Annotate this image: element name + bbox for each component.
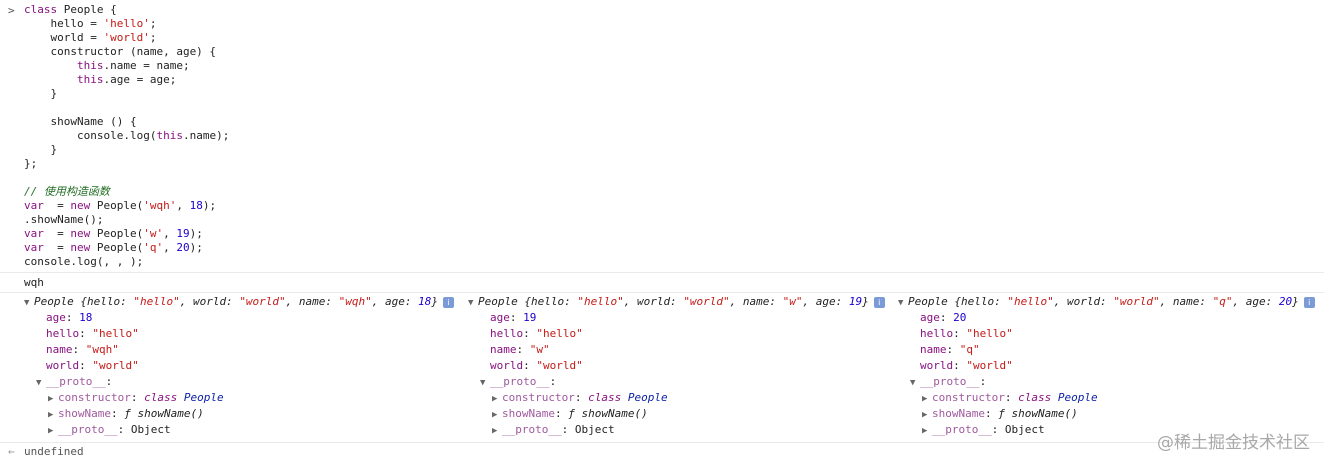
collapse-triangle-icon[interactable]: ▶ (492, 407, 502, 423)
proto-node[interactable]: ▼ __proto__: (36, 374, 112, 390)
code-line: // 使用构造函数 (24, 185, 110, 198)
expand-triangle-icon[interactable]: ▼ (480, 375, 490, 391)
info-icon[interactable]: i (443, 296, 455, 308)
separator (0, 442, 1324, 443)
object-summary[interactable]: ▼ People {hello: "hello", world: "world",… (898, 294, 1315, 310)
object-property: name: "w" (490, 343, 550, 356)
object-tree: ▼ People {hello: "hello", world: "world",… (24, 294, 455, 439)
result-arrow-icon: ← (8, 445, 15, 458)
object-property: world: "world" (920, 359, 1013, 372)
console-input-block: > class People { hello = 'hello'; world … (0, 0, 1324, 272)
code-line: world = 'world'; (24, 31, 157, 44)
collapse-triangle-icon[interactable]: ▶ (48, 423, 58, 439)
proto-property[interactable]: ▶ __proto__: Object (48, 422, 171, 438)
proto-property[interactable]: ▶ __proto__: Object (922, 422, 1045, 438)
proto-property[interactable]: ▶ constructor: class People (48, 390, 224, 406)
object-property: name: "q" (920, 343, 980, 356)
collapse-triangle-icon[interactable]: ▶ (922, 423, 932, 439)
expand-triangle-icon[interactable]: ▼ (24, 295, 34, 311)
expand-triangle-icon[interactable]: ▼ (898, 295, 908, 311)
proto-node[interactable]: ▼ __proto__: (910, 374, 986, 390)
code-line: } (24, 87, 58, 100)
expand-triangle-icon[interactable]: ▼ (36, 375, 46, 391)
code-line: var = new People('wqh', 18); (24, 199, 217, 212)
collapse-triangle-icon[interactable]: ▶ (922, 391, 932, 407)
info-icon[interactable]: i (1303, 296, 1315, 308)
proto-property[interactable]: ▶ showName: ƒ showName() (922, 406, 1078, 422)
code-line: hello = 'hello'; (24, 17, 157, 30)
info-icon[interactable]: i (873, 296, 885, 308)
proto-property[interactable]: ▶ showName: ƒ showName() (48, 406, 204, 422)
object-summary[interactable]: ▼ People {hello: "hello", world: "world",… (24, 294, 455, 311)
code-line: showName () { (24, 115, 137, 128)
object-tree: ▼ People {hello: "hello", world: "world",… (898, 294, 1318, 439)
proto-property[interactable]: ▶ __proto__: Object (492, 422, 615, 438)
object-property: hello: "hello" (490, 327, 583, 340)
object-property: world: "world" (490, 359, 583, 372)
code-line: this.name = name; (76, 59, 190, 72)
collapse-triangle-icon[interactable]: ▶ (48, 391, 58, 407)
code-line: } (24, 143, 58, 156)
code-line: console.log(, , ); (24, 255, 144, 268)
separator (0, 272, 1324, 273)
code-line: var = new People('q', 20); (24, 241, 203, 254)
proto-property[interactable]: ▶ showName: ƒ showName() (492, 406, 648, 422)
object-summary[interactable]: ▼ People {hello: "hello", world: "world",… (468, 294, 885, 310)
object-property: world: "world" (46, 359, 139, 372)
object-tree: ▼ People {hello: "hello", world: "world",… (468, 294, 888, 439)
object-property: hello: "hello" (46, 327, 139, 340)
expand-triangle-icon[interactable]: ▼ (468, 295, 478, 311)
code-line: constructor (name, age) { (24, 45, 217, 58)
proto-property[interactable]: ▶ constructor: class People (922, 390, 1098, 406)
object-property: hello: "hello" (920, 327, 1013, 340)
result-value: undefined (24, 445, 84, 458)
collapse-triangle-icon[interactable]: ▶ (492, 391, 502, 407)
separator (0, 292, 1324, 293)
collapse-triangle-icon[interactable]: ▶ (922, 407, 932, 423)
code-line: }; (24, 157, 38, 170)
collapse-triangle-icon[interactable]: ▶ (492, 423, 502, 439)
collapse-triangle-icon[interactable]: ▶ (48, 407, 58, 423)
proto-property[interactable]: ▶ constructor: class People (492, 390, 668, 406)
object-property: age: 19 (490, 311, 537, 324)
expand-triangle-icon[interactable]: ▼ (910, 375, 920, 391)
object-property: name: "wqh" (46, 343, 119, 356)
result-line: ← undefined (0, 444, 1324, 460)
proto-node[interactable]: ▼ __proto__: (480, 374, 556, 390)
watermark: @稀土掘金技术社区 (1157, 433, 1310, 453)
code-line: class People { (24, 3, 117, 16)
code-line: .showName(); (24, 213, 104, 226)
prompt-chevron-icon: > (8, 4, 15, 17)
code-line: this.age = age; (76, 73, 177, 86)
log-output: wqh (24, 276, 44, 289)
code-line: var = new People('w', 19); (24, 227, 203, 240)
code-line: console.log(this.name); (24, 129, 230, 142)
object-property: age: 20 (920, 311, 967, 324)
object-property: age: 18 (46, 311, 93, 324)
